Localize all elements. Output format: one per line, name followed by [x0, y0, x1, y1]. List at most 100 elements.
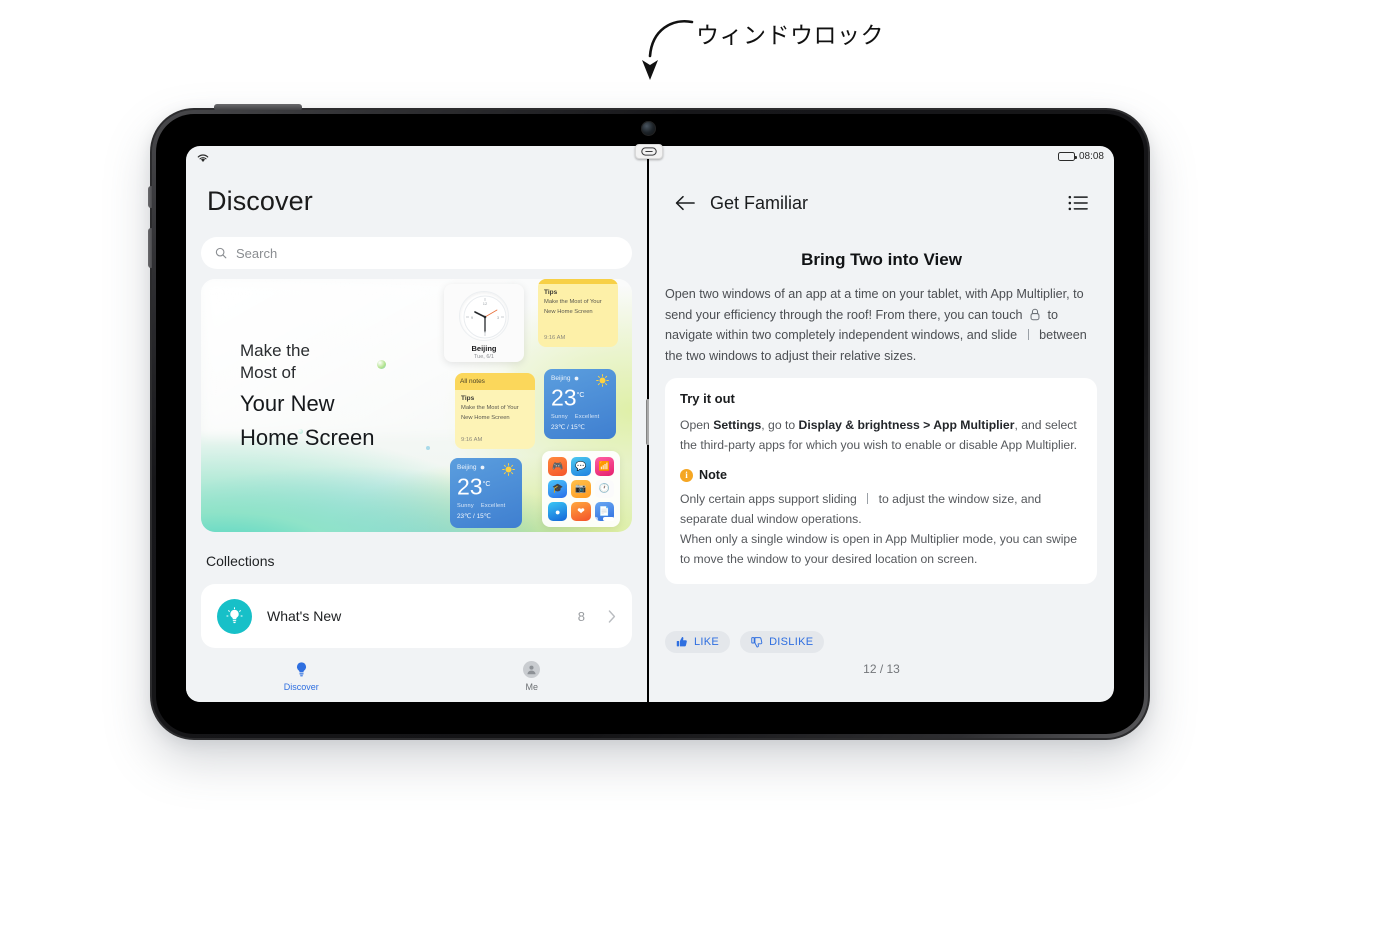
note-paragraph-1: Only certain apps support sliding to adj… — [680, 489, 1082, 529]
weather-widget-range: 23℃ / 15℃ — [551, 423, 585, 431]
page-counter: 12 / 13 — [863, 662, 900, 676]
location-icon — [574, 376, 578, 381]
tips-widget-time: 9:16 AM — [544, 335, 566, 341]
link-glyph — [641, 147, 657, 156]
weather-widget-temp-row: 23°C — [551, 384, 609, 410]
banner-text-block: Make the Most of Your New Home Screen — [240, 340, 375, 452]
tips-widget-title: Tips — [544, 289, 558, 296]
annotation-label: ウィンドウロック — [696, 23, 884, 49]
weather-widget-temp-row: 23°C — [457, 473, 515, 499]
lightbulb-icon — [296, 661, 306, 676]
sun-icon — [502, 463, 515, 476]
tab-me-label: Me — [525, 681, 538, 692]
weather-widget-condition: Sunny — [457, 502, 474, 509]
weather-widget-quality: Excellent — [480, 502, 506, 509]
status-bar-time: 08:08 — [1078, 151, 1104, 162]
try-it-out-text-pre: Open — [680, 418, 714, 432]
person-glyph — [527, 665, 536, 674]
lightbulb-glyph — [226, 606, 243, 623]
banner-dot[interactable] — [594, 517, 598, 521]
location-icon — [480, 465, 484, 470]
weather-widget-condition-row: Sunny Excellent — [457, 503, 515, 509]
collections-heading: Collections — [206, 553, 275, 569]
bottom-tab-bar: Discover Me — [186, 650, 647, 702]
article-title: Get Familiar — [710, 192, 809, 213]
article-body-part-1: Open two windows of an app at a time on … — [665, 287, 1084, 322]
game-icon: 🎮 — [548, 457, 568, 476]
banner-pagination[interactable] — [594, 517, 614, 521]
weather-widget-unit: °C — [482, 481, 491, 488]
tips-widget-line-2: New Home Screen — [544, 309, 593, 315]
feedback-buttons: LIKE DISLIKE — [665, 631, 825, 653]
messages-icon: 💬 — [571, 457, 591, 476]
note-paragraph-2: When only a single window is open in App… — [680, 532, 1077, 566]
svg-text:12: 12 — [483, 301, 488, 306]
notes-widget-line-1: Make the Most of Your — [461, 405, 519, 411]
thumbs-up-icon — [676, 637, 687, 647]
notes-widget-time: 9:16 AM — [461, 437, 483, 443]
window-lock-icon — [1030, 308, 1040, 320]
article-body: Open two windows of an app at a time on … — [665, 284, 1097, 366]
notes-widget-header: All notes — [455, 373, 535, 390]
chevron-right-icon — [608, 609, 616, 623]
search-placeholder: Search — [236, 245, 278, 261]
list-item-whats-new[interactable]: What's New 8 — [201, 584, 632, 648]
sun-icon — [596, 374, 609, 387]
dislike-button[interactable]: DISLIKE — [740, 631, 825, 653]
lightbulb-icon — [217, 598, 252, 634]
banner-line-2: Most of — [240, 363, 296, 382]
window-lock-link-icon[interactable] — [635, 144, 663, 159]
weather-widget: Beijing 23°C Sunny Excellent 23℃ / 15℃ — [450, 458, 522, 528]
try-it-out-title: Try it out — [680, 391, 735, 406]
promo-banner[interactable]: Make the Most of Your New Home Screen 12… — [201, 279, 632, 532]
weather-widget-condition-row: Sunny Excellent — [551, 414, 609, 420]
decorative-bubble — [426, 446, 430, 450]
divider-slider-icon — [1027, 329, 1029, 341]
try-it-out-paragraph: Open Settings, go to Display & brightnes… — [680, 415, 1082, 455]
weather-widget-unit: °C — [576, 392, 585, 399]
try-it-out-bold-settings: Settings — [713, 418, 762, 432]
annotation-arrow-icon — [642, 19, 694, 80]
weather-widget-temp: 23 — [457, 473, 483, 500]
search-input[interactable]: Search — [201, 237, 632, 269]
status-bar-left — [196, 152, 210, 163]
try-it-out-bold-path: Display & brightness > App Multiplier — [798, 418, 1015, 432]
info-icon: i — [680, 468, 693, 482]
gallery-icon: 📷 — [571, 479, 591, 499]
tab-me[interactable]: Me — [417, 650, 648, 702]
article-heading: Bring Two into View — [801, 250, 962, 269]
weather-widget-temp: 23 — [551, 384, 577, 411]
list-item-count: 8 — [577, 608, 585, 624]
person-icon — [523, 660, 541, 678]
education-icon: 🎓 — [548, 479, 568, 499]
notes-widget-line-2: New Home Screen — [461, 415, 510, 421]
clock-widget-date: Tue, 6/1 — [474, 354, 494, 360]
like-button[interactable]: LIKE — [665, 631, 731, 653]
banner-line-4: Home Screen — [240, 425, 375, 450]
left-window-discover: Discover Search Make the Most of Your Ne… — [186, 146, 647, 702]
decorative-bubble — [377, 360, 386, 369]
weather-widget-city: Beijing — [551, 375, 571, 382]
tab-discover[interactable]: Discover — [186, 650, 417, 702]
list-menu-icon[interactable] — [1068, 195, 1088, 211]
banner-dot-active[interactable] — [603, 517, 614, 521]
status-bar-right: 08:08 — [1057, 151, 1104, 162]
battery-icon — [1057, 152, 1077, 161]
notes-widget-title: Tips — [461, 395, 475, 402]
note-header: i Note — [680, 468, 1082, 482]
clock-face: 12 3 6 9 — [459, 291, 509, 341]
svg-text:3: 3 — [497, 315, 500, 320]
radio-icon: 📶 — [594, 457, 614, 476]
clock-icon: 🕐 — [594, 479, 614, 499]
decorative-bubble — [298, 429, 303, 434]
notes-widget: All notes Tips Make the Most of Your New… — [455, 373, 535, 449]
note-label: Note — [699, 468, 727, 482]
clock-icon: 12 3 6 9 — [463, 295, 507, 339]
page-title: Discover — [207, 186, 313, 216]
list-item-label: What's New — [267, 608, 342, 624]
search-icon — [215, 247, 227, 259]
divider-slider-icon — [867, 493, 869, 504]
clock-widget-city: Beijing — [471, 344, 497, 353]
back-arrow-icon[interactable] — [675, 195, 696, 211]
dislike-button-label: DISLIKE — [769, 636, 814, 648]
